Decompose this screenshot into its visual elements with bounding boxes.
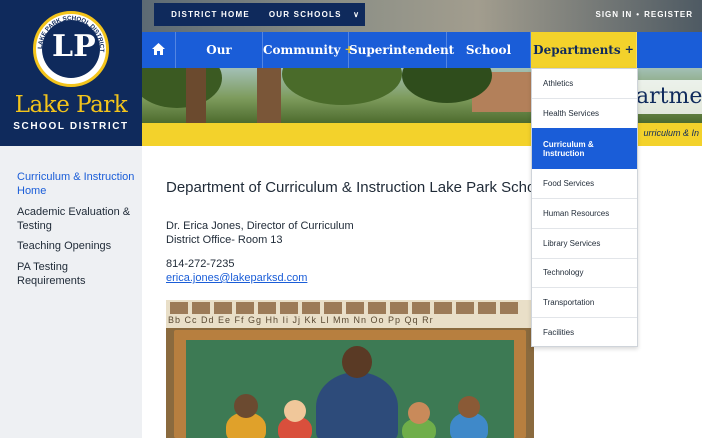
nav-superintendent[interactable]: Superintendent bbox=[349, 32, 454, 68]
tree-trunk bbox=[257, 68, 281, 123]
alphabet-picture bbox=[390, 302, 408, 314]
dropdown-item-curriculum-instruction[interactable]: Curriculum & Instruction bbox=[532, 128, 637, 169]
email-link[interactable]: erica.jones@lakeparksd.com bbox=[166, 272, 307, 284]
nav-departments[interactable]: Departments + bbox=[531, 32, 637, 68]
site-logo[interactable]: LP LAKE PARK SCHOOL DISTRICT Lake Park S… bbox=[0, 0, 142, 146]
main-navigation: Our District+ Community+ Superintendent … bbox=[142, 32, 702, 93]
alphabet-picture bbox=[412, 302, 430, 314]
alphabet-picture bbox=[478, 302, 496, 314]
home-icon bbox=[152, 43, 165, 55]
register-link[interactable]: REGISTER bbox=[644, 10, 693, 19]
alphabet-picture bbox=[456, 302, 474, 314]
dropdown-item-athletics[interactable]: Athletics bbox=[532, 69, 637, 99]
alphabet-picture bbox=[236, 302, 254, 314]
alphabet-border: Bb Cc Dd Ee Ff Gg Hh Ii Jj Kk Ll Mm Nn O… bbox=[166, 300, 534, 328]
home-nav-button[interactable] bbox=[142, 32, 176, 68]
alphabet-picture bbox=[192, 302, 210, 314]
utility-bar: DISTRICT HOME OUR SCHOOLS ∨ SIGN IN • REGI… bbox=[142, 0, 702, 32]
page-title: Department of Curriculum & Instruction L… bbox=[166, 179, 546, 196]
dropdown-item-technology[interactable]: Technology bbox=[532, 258, 637, 288]
nav-school-board[interactable]: School Board bbox=[447, 32, 531, 93]
nav-community[interactable]: Community + bbox=[263, 32, 354, 68]
alphabet-picture bbox=[346, 302, 364, 314]
tree-foliage bbox=[142, 68, 222, 108]
chevron-down-icon: ∨ bbox=[353, 10, 361, 19]
account-links: SIGN IN • REGISTER bbox=[596, 10, 694, 19]
nav-departments-label: Departments bbox=[533, 43, 621, 57]
student-head bbox=[234, 394, 258, 418]
brand-name: Lake Park bbox=[14, 92, 128, 118]
alphabet-picture bbox=[324, 302, 342, 314]
director-name: Dr. Erica Jones, Director of Curriculum bbox=[166, 220, 354, 232]
breadcrumb: urriculum & In bbox=[643, 128, 699, 138]
alphabet-picture bbox=[258, 302, 276, 314]
alphabet-picture bbox=[434, 302, 452, 314]
our-schools-button[interactable]: OUR SCHOOLS ∨ bbox=[264, 3, 365, 26]
office-location: District Office- Room 13 bbox=[166, 234, 283, 246]
classroom-photo: Bb Cc Dd Ee Ff Gg Hh Ii Jj Kk Ll Mm Nn O… bbox=[166, 300, 534, 438]
dropdown-item-health-services[interactable]: Health Services bbox=[532, 99, 637, 129]
our-schools-label: OUR SCHOOLS bbox=[268, 10, 342, 19]
hero-page-title: artmen bbox=[630, 80, 702, 114]
teacher-head bbox=[342, 346, 372, 378]
alphabet-picture bbox=[170, 302, 188, 314]
sidebar-item-academic-evaluation[interactable]: Academic Evaluation & Testing bbox=[17, 205, 137, 233]
phone-number: 814-272-7235 bbox=[166, 258, 235, 270]
sidebar-item-curriculum-home[interactable]: Curriculum & Instruction Home bbox=[17, 170, 137, 198]
separator-dot: • bbox=[636, 10, 641, 19]
dropdown-item-facilities[interactable]: Facilities bbox=[532, 317, 637, 347]
seal-ring-text: LAKE PARK SCHOOL DISTRICT bbox=[37, 15, 105, 53]
nav-superintendent-label: Superintendent bbox=[349, 43, 455, 57]
sidebar-item-pa-testing[interactable]: PA Testing Requirements bbox=[17, 260, 137, 288]
svg-text:LAKE PARK SCHOOL DISTRICT: LAKE PARK SCHOOL DISTRICT bbox=[37, 15, 105, 53]
district-home-button[interactable]: DISTRICT HOME bbox=[154, 3, 267, 26]
nav-community-label: Community bbox=[263, 43, 341, 57]
tree-foliage bbox=[282, 68, 402, 105]
teacher-figure bbox=[316, 372, 398, 438]
district-seal: LP LAKE PARK SCHOOL DISTRICT bbox=[33, 11, 109, 87]
brand-subtitle: SCHOOL DISTRICT bbox=[13, 121, 129, 132]
section-sidebar: Curriculum & Instruction Home Academic E… bbox=[0, 146, 142, 438]
alphabet-picture bbox=[368, 302, 386, 314]
alphabet-picture bbox=[280, 302, 298, 314]
alphabet-picture bbox=[214, 302, 232, 314]
student-head bbox=[284, 400, 306, 422]
sidebar-item-teaching-openings[interactable]: Teaching Openings bbox=[17, 239, 137, 253]
alphabet-picture bbox=[500, 302, 518, 314]
nav-our-district[interactable]: Our District+ bbox=[176, 32, 263, 93]
departments-dropdown: Athletics Health Services Curriculum & I… bbox=[531, 68, 638, 347]
plus-icon: + bbox=[624, 43, 634, 56]
dropdown-item-human-resources[interactable]: Human Resources bbox=[532, 199, 637, 229]
student-head bbox=[458, 396, 480, 418]
sign-in-link[interactable]: SIGN IN bbox=[596, 10, 633, 19]
tree-trunk bbox=[186, 68, 206, 123]
dropdown-item-transportation[interactable]: Transportation bbox=[532, 288, 637, 318]
alphabet-picture bbox=[302, 302, 320, 314]
dropdown-item-library-services[interactable]: Library Services bbox=[532, 229, 637, 259]
district-home-label: DISTRICT HOME bbox=[171, 10, 250, 19]
alphabet-letters: Bb Cc Dd Ee Ff Gg Hh Ii Jj Kk Ll Mm Nn O… bbox=[168, 315, 434, 325]
student-head bbox=[408, 402, 430, 424]
dropdown-item-food-services[interactable]: Food Services bbox=[532, 169, 637, 199]
